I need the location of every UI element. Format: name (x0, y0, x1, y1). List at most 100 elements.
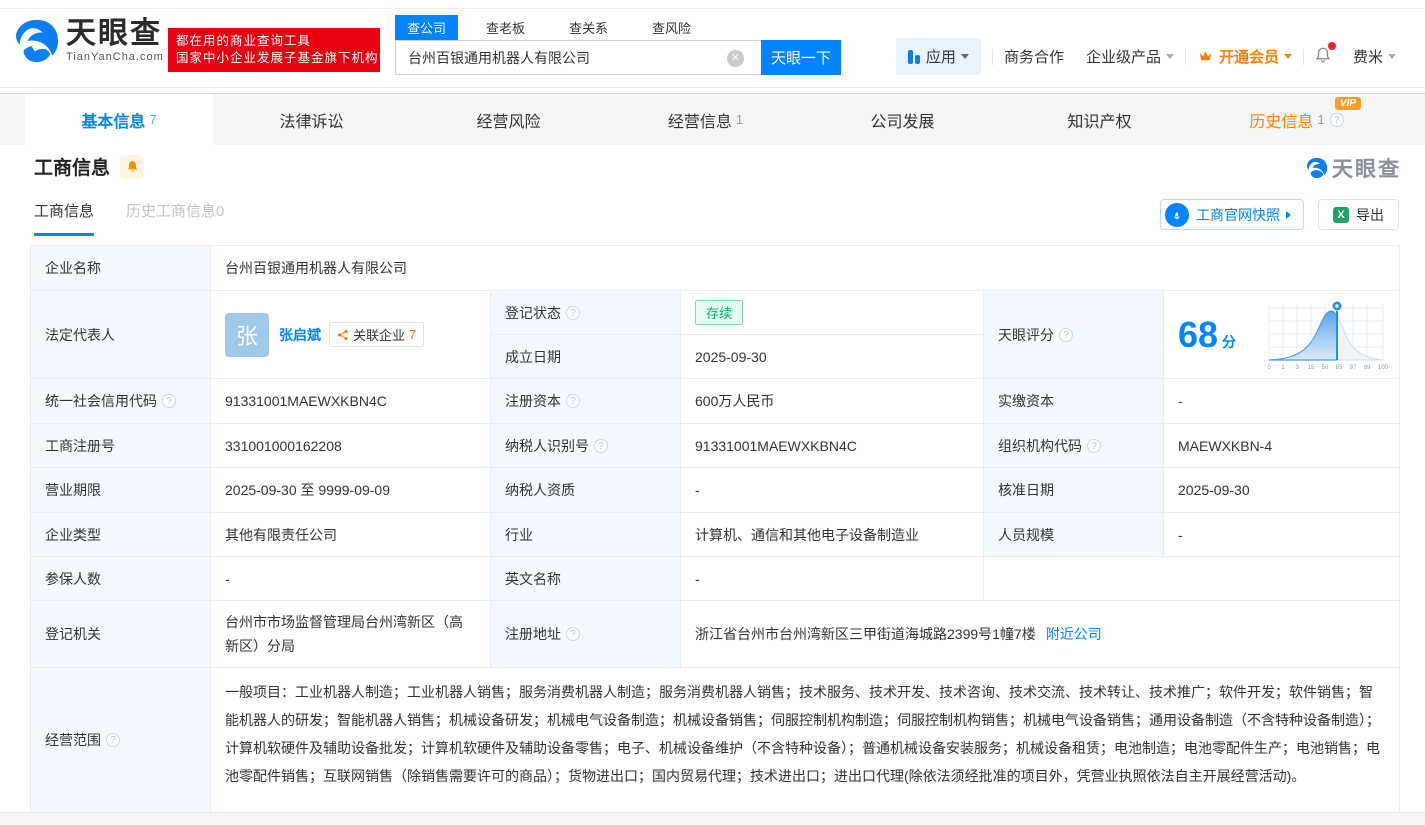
empty-cell (984, 557, 1399, 601)
field-value-organization-code: MAEWXKBN-4 (1164, 424, 1399, 468)
open-vip-menu[interactable]: 开通会员 (1197, 46, 1292, 67)
field-value-company-name: 台州百银通用机器人有限公司 (211, 246, 1399, 291)
top-divider (0, 8, 1425, 9)
help-icon[interactable]: ? (1059, 328, 1073, 342)
svg-text:0: 0 (1267, 365, 1271, 371)
field-label-insured-count: 参保人数 (31, 557, 211, 601)
score-unit: 分 (1222, 334, 1236, 350)
field-value-industry: 计算机、通信和其他电子设备制造业 (681, 513, 984, 557)
help-icon[interactable]: ? (566, 394, 580, 408)
field-value-registered-address: 浙江省台州市台州湾新区三甲街道海城路2399号1幢7楼 附近公司 (681, 601, 1399, 668)
tab-label: 经营信息 (668, 108, 732, 132)
tab-intellectual-property[interactable]: 知识产权 (1001, 94, 1198, 145)
field-value-registration-authority: 台州市市场监督管理局台州湾新区（高新区）分局 (211, 601, 491, 668)
help-icon[interactable]: ? (162, 394, 176, 408)
search-tab-relation[interactable]: 查关系 (561, 15, 616, 40)
help-icon[interactable]: ? (566, 627, 580, 641)
field-value-approval-date: 2025-09-30 (1164, 468, 1399, 513)
open-vip-label: 开通会员 (1219, 46, 1279, 67)
arrow-right-icon (1286, 211, 1291, 219)
field-label-credit-code: 统一社会信用代码? (31, 379, 211, 424)
field-label-taxpayer-qualification: 纳税人资质 (491, 468, 681, 513)
legal-rep-name-link[interactable]: 张启斌 (279, 325, 321, 345)
svg-text:15: 15 (1308, 365, 1315, 371)
help-icon[interactable]: ? (1330, 113, 1344, 127)
help-icon[interactable]: ? (1087, 439, 1101, 453)
user-menu[interactable]: 费米 (1353, 46, 1396, 67)
help-icon[interactable]: ? (106, 733, 120, 747)
related-companies-badge[interactable]: 关联企业 7 (329, 322, 424, 347)
tianyancha-logo[interactable]: 天眼查 TianYanCha.com (14, 18, 164, 64)
section-watermark-logo: 天眼查 (1306, 153, 1401, 183)
search-tab-company[interactable]: 查公司 (395, 15, 458, 40)
field-label-company-name: 企业名称 (31, 246, 211, 291)
tab-label: 法律诉讼 (279, 108, 343, 132)
field-label-registration-status: 登记状态? (491, 291, 681, 335)
field-label-business-term: 营业期限 (31, 468, 211, 513)
related-companies-count: 7 (409, 327, 416, 342)
field-label-organization-code: 组织机构代码? (984, 424, 1164, 468)
business-cooperation-link[interactable]: 商务合作 (1004, 46, 1064, 67)
subtab-history-business-info[interactable]: 历史工商信息0 (126, 200, 224, 236)
tab-operating-info[interactable]: 经营信息 1 (607, 94, 804, 145)
export-label: 导出 (1356, 205, 1384, 225)
watermark-text: 天眼查 (1332, 153, 1401, 183)
logo-text: 天眼查 (66, 19, 164, 49)
search-button[interactable]: 天眼一下 (761, 40, 841, 75)
search-input[interactable] (395, 40, 761, 75)
section-header: 工商信息 (34, 153, 144, 180)
search-tab-risk[interactable]: 查风险 (644, 15, 699, 40)
stamp-icon (1165, 203, 1189, 227)
subtab-business-info[interactable]: 工商信息 (34, 200, 94, 236)
score-number: 68 (1178, 314, 1218, 355)
legal-rep-avatar[interactable]: 张 (225, 313, 269, 357)
username-label: 费米 (1353, 46, 1383, 67)
field-value-staff-size: - (1164, 513, 1399, 557)
menu-divider (1303, 49, 1304, 65)
field-value-establish-date: 2025-09-30 (681, 335, 984, 379)
subscribe-bell-icon[interactable] (120, 155, 144, 179)
field-label-tianyan-score: 天眼评分? (984, 291, 1164, 379)
apps-icon (908, 50, 920, 64)
enterprise-products-menu[interactable]: 企业级产品 (1086, 46, 1174, 67)
field-label-approval-date: 核准日期 (984, 468, 1164, 513)
vip-badge: VIP (1335, 97, 1361, 110)
menu-divider (992, 49, 993, 65)
field-value-insured-count: - (211, 557, 491, 601)
svg-text:1: 1 (1281, 365, 1285, 371)
section-title: 工商信息 (34, 153, 110, 180)
nearby-companies-link[interactable]: 附近公司 (1046, 624, 1102, 644)
tab-history-info[interactable]: VIP 历史信息 1 ? (1198, 94, 1395, 145)
svg-text:97: 97 (1350, 365, 1357, 371)
apps-label: 应用 (926, 46, 956, 67)
field-value-english-name: - (681, 557, 984, 601)
field-value-tianyan-score: 68 分 0 (1164, 291, 1399, 379)
tab-label: 经营风险 (476, 108, 540, 132)
field-value-registration-status: 存续 (681, 291, 984, 335)
tab-legal-proceedings[interactable]: 法律诉讼 (213, 94, 410, 145)
field-label-establish-date: 成立日期 (491, 335, 681, 379)
official-snapshot-button[interactable]: 工商官网快照 (1160, 199, 1304, 230)
status-badge: 存续 (695, 300, 743, 325)
logo-domain: TianYanCha.com (66, 51, 164, 63)
export-button[interactable]: X 导出 (1318, 199, 1399, 230)
field-value-credit-code: 91331001MAEWXKBN4C (211, 379, 491, 424)
field-value-registration-number: 331001000162208 (211, 424, 491, 468)
tab-company-development[interactable]: 公司发展 (804, 94, 1001, 145)
tab-label: 知识产权 (1067, 108, 1131, 132)
help-icon[interactable]: ? (594, 439, 608, 453)
clear-input-icon[interactable]: ✕ (727, 50, 744, 67)
field-value-registered-capital: 600万人民币 (681, 379, 984, 424)
help-icon[interactable]: ? (566, 306, 580, 320)
header-menu: 应用 商务合作 企业级产品 开通会员 费米 (885, 38, 1407, 75)
notification-bell-icon[interactable] (1314, 46, 1332, 68)
page-footer-strip (0, 812, 1425, 825)
search-tab-boss[interactable]: 查老板 (478, 15, 533, 40)
crown-icon (1197, 49, 1214, 64)
network-icon (337, 329, 349, 341)
apps-menu[interactable]: 应用 (896, 38, 981, 75)
field-label-company-type: 企业类型 (31, 513, 211, 557)
business-info-table: 企业名称 台州百银通用机器人有限公司 法定代表人 张 张启斌 关联企业 7 登记… (30, 245, 1400, 813)
tab-basic-info[interactable]: 基本信息 7 (25, 94, 213, 145)
tab-operating-risk[interactable]: 经营风险 (410, 94, 607, 145)
